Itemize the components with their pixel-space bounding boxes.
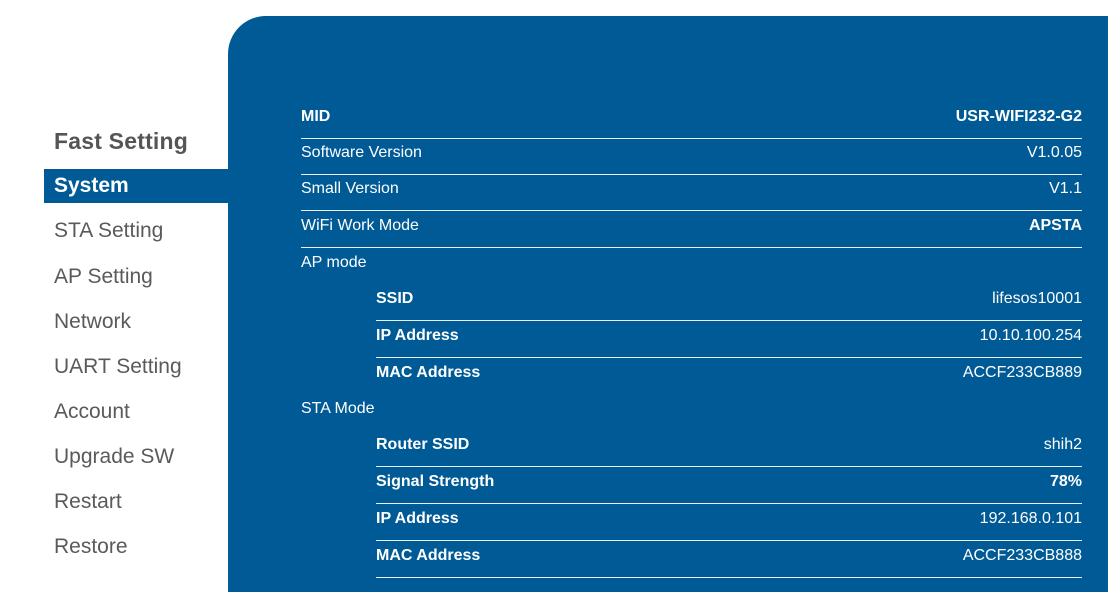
wifi-work-mode-label: WiFi Work Mode <box>301 217 419 234</box>
sta-mac-address-value: ACCF233CB888 <box>962 547 1082 564</box>
ap-mode-heading-row: AP mode <box>301 248 1082 284</box>
software-version-label: Software Version <box>301 144 422 161</box>
system-info-panel: MID USR-WIFI232-G2 Software Version V1.0… <box>228 16 1108 592</box>
sidebar-item-network[interactable]: Network <box>44 305 230 339</box>
small-version-value: V1.1 <box>1049 180 1082 197</box>
sidebar-item-upgrade-sw[interactable]: Upgrade SW <box>44 440 230 474</box>
small-version-label: Small Version <box>301 180 399 197</box>
sta-mac-address-row: MAC Address ACCF233CB888 <box>376 541 1082 578</box>
wifi-work-mode-value: APSTA <box>1028 217 1082 234</box>
signal-strength-label: Signal Strength <box>376 473 495 490</box>
sidebar-item-sta-setting[interactable]: STA Setting <box>44 214 230 248</box>
ap-ip-address-value: 10.10.100.254 <box>979 327 1082 344</box>
sidebar-item-restart[interactable]: Restart <box>44 485 230 519</box>
ap-ssid-value: lifesos10001 <box>992 290 1082 307</box>
mid-row: MID USR-WIFI232-G2 <box>301 102 1082 139</box>
sidebar-item-account[interactable]: Account <box>44 395 230 429</box>
sta-mode-heading: STA Mode <box>301 400 375 417</box>
sidebar: Fast Setting System STA Setting AP Setti… <box>0 0 230 592</box>
sidebar-item-uart-setting[interactable]: UART Setting <box>44 350 230 384</box>
signal-strength-row: Signal Strength 78% <box>376 467 1082 504</box>
sta-mode-heading-row: STA Mode <box>301 394 1082 430</box>
software-version-row: Software Version V1.0.05 <box>301 138 1082 175</box>
wifi-work-mode-row: WiFi Work Mode APSTA <box>301 211 1082 248</box>
ap-ssid-row: SSID lifesos10001 <box>376 284 1082 321</box>
software-version-value: V1.0.05 <box>1026 144 1082 161</box>
ap-ssid-label: SSID <box>376 290 414 307</box>
sta-ip-address-value: 192.168.0.101 <box>979 510 1082 527</box>
ap-mode-heading: AP mode <box>301 254 367 271</box>
router-ssid-value: shih2 <box>1043 436 1082 453</box>
ap-mac-address-value: ACCF233CB889 <box>962 364 1082 381</box>
router-ssid-row: Router SSID shih2 <box>376 430 1082 467</box>
sta-mac-address-label: MAC Address <box>376 547 481 564</box>
router-ssid-label: Router SSID <box>376 436 470 453</box>
sidebar-item-system[interactable]: System <box>44 169 230 203</box>
sidebar-item-ap-setting[interactable]: AP Setting <box>44 260 230 294</box>
ap-mac-address-label: MAC Address <box>376 364 481 381</box>
sidebar-title: Fast Setting <box>54 128 189 154</box>
small-version-row: Small Version V1.1 <box>301 174 1082 211</box>
ap-mac-address-row: MAC Address ACCF233CB889 <box>376 358 1082 394</box>
ap-ip-address-label: IP Address <box>376 327 459 344</box>
sidebar-item-restore[interactable]: Restore <box>44 530 230 564</box>
sta-ip-address-label: IP Address <box>376 510 459 527</box>
ap-ip-address-row: IP Address 10.10.100.254 <box>376 321 1082 358</box>
sta-ip-address-row: IP Address 192.168.0.101 <box>376 504 1082 541</box>
mid-label: MID <box>301 108 331 125</box>
mid-value: USR-WIFI232-G2 <box>955 108 1082 125</box>
signal-strength-value: 78% <box>1049 473 1082 490</box>
